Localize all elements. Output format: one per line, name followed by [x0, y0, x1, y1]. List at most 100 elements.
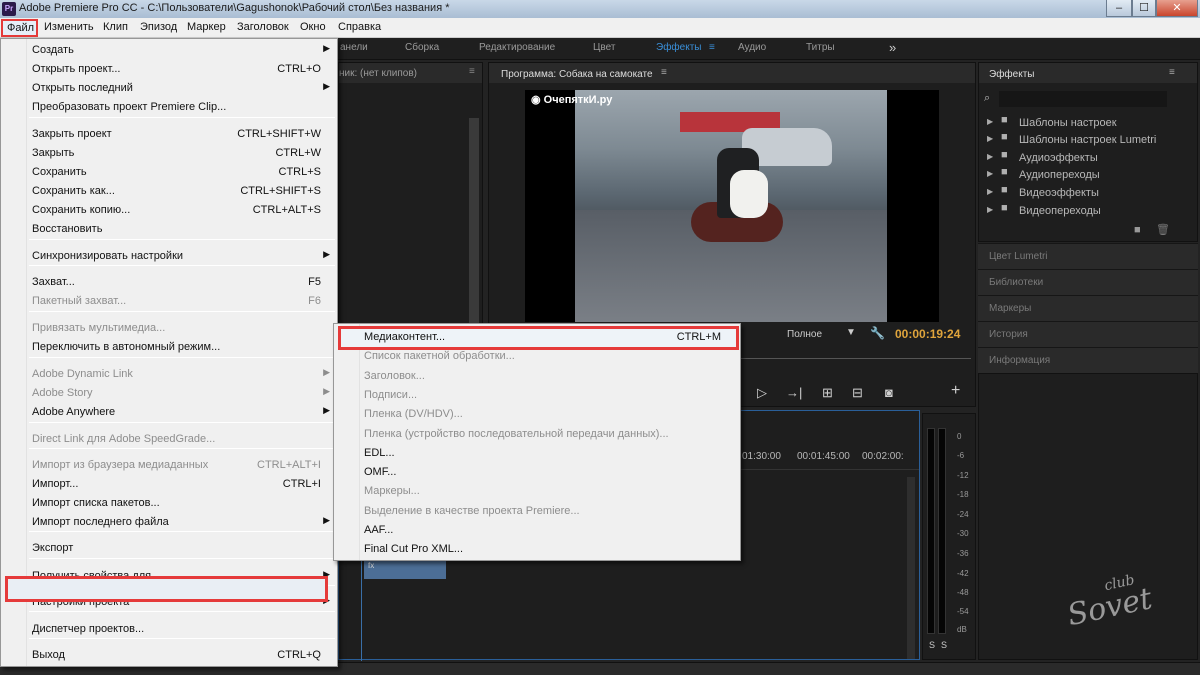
file-menu-item[interactable]: Закрыть проект CTRL+SHIFT+W [2, 125, 336, 144]
workspace-tab-panels[interactable]: анели [340, 42, 368, 53]
panel-tab-history[interactable]: История [978, 321, 1198, 347]
effects-item-video-transitions[interactable]: ▶ ■ Видеопереходы [987, 202, 1197, 220]
panel-tab-info[interactable]: Информация [978, 347, 1198, 373]
file-menu-item[interactable]: Импорт последнего файла ▶ [2, 513, 336, 532]
timeline-scrollbar[interactable] [907, 477, 915, 659]
expand-arrow-icon[interactable]: ▶ [987, 205, 993, 214]
workspace-tab-color[interactable]: Цвет [593, 42, 615, 53]
chevron-down-icon[interactable]: ▼ [846, 327, 856, 338]
wrench-icon[interactable]: 🔧 [870, 326, 885, 340]
menu-title[interactable]: Заголовок [237, 21, 289, 33]
expand-arrow-icon[interactable]: ▶ [987, 134, 993, 143]
expand-arrow-icon[interactable]: ▶ [987, 169, 993, 178]
trash-icon[interactable]: 🗑 [1156, 223, 1170, 236]
panel-tab-libraries[interactable]: Библиотеки [978, 269, 1198, 295]
effects-menu-icon[interactable]: ≡ [1169, 67, 1175, 78]
menu-item-label: Импорт последнего файла [32, 516, 169, 528]
file-menu-item[interactable]: Импорт... CTRL+I [2, 475, 336, 494]
new-bin-icon[interactable]: ■ [1134, 224, 1141, 236]
effects-item-audio-transitions[interactable]: ▶ ■ Аудиопереходы [987, 166, 1197, 184]
menu-item-label: Adobe Story [32, 387, 93, 399]
effects-item-presets[interactable]: ▶ ■ Шаблоны настроек [987, 114, 1197, 132]
camera-icon[interactable]: ◙ [885, 385, 893, 400]
maximize-button[interactable]: ☐ [1132, 0, 1156, 17]
workspace-tab-assembly[interactable]: Сборка [405, 42, 439, 53]
menu-item-shortcut: CTRL+SHIFT+W [237, 128, 321, 140]
file-menu-item: Adobe Story ▶ [2, 384, 336, 403]
file-menu-item: Direct Link для Adobe SpeedGrade... [2, 430, 336, 449]
menu-clip[interactable]: Клип [103, 21, 128, 33]
solo-right-button[interactable]: S [941, 640, 947, 650]
file-menu-item[interactable]: Синхронизировать настройки ▶ [2, 247, 336, 266]
db-0: 0 [957, 432, 962, 441]
file-menu-item[interactable]: Сохранить CTRL+S [2, 163, 336, 182]
extract-icon[interactable]: ⊟ [852, 385, 863, 401]
file-menu-item[interactable]: Переключить в автономный режим... [2, 338, 336, 357]
lift-icon[interactable]: ⊞ [822, 385, 833, 401]
export-submenu-item[interactable]: Медиаконтент... CTRL+M [335, 328, 739, 347]
file-menu-item[interactable]: Закрыть CTRL+W [2, 144, 336, 163]
file-menu-item[interactable]: Импорт списка пакетов... [2, 494, 336, 513]
file-menu-item[interactable]: Сохранить копию... CTRL+ALT+S [2, 201, 336, 220]
close-window-button[interactable]: ✕ [1156, 0, 1198, 17]
menu-separator [29, 357, 335, 358]
effects-item-video-effects[interactable]: ▶ ■ Видеоэффекты [987, 184, 1197, 202]
file-menu-item[interactable]: Захват... F5 [2, 273, 336, 292]
submenu-arrow-icon: ▶ [323, 367, 330, 377]
workspace-tab-effects[interactable]: Эффекты [656, 42, 701, 53]
effects-item-audio-effects[interactable]: ▶ ■ Аудиоэффекты [987, 149, 1197, 167]
file-menu-item[interactable]: Диспетчер проектов... [2, 620, 336, 639]
effects-search-input[interactable] [999, 91, 1167, 107]
program-timecode[interactable]: 00:00:19:24 [895, 327, 960, 341]
menu-help[interactable]: Справка [338, 21, 381, 33]
play-icon[interactable]: ▷ [757, 385, 767, 401]
expand-arrow-icon[interactable]: ▶ [987, 152, 993, 161]
workspace-tab-audio[interactable]: Аудио [738, 42, 766, 53]
file-menu-item[interactable]: Создать ▶ [2, 41, 336, 60]
file-menu-item[interactable]: Открыть последний ▶ [2, 79, 336, 98]
workspace-menu-icon[interactable]: ≡ [709, 42, 715, 53]
panel-menu-icon[interactable]: ≡ [469, 66, 475, 77]
file-menu-item[interactable]: Экспорт [2, 539, 336, 558]
db-18: -18 [957, 490, 969, 499]
file-menu-item[interactable]: Восстановить [2, 220, 336, 239]
step-forward-icon[interactable]: →| [786, 385, 802, 400]
menu-item-shortcut: CTRL+S [278, 166, 322, 178]
export-submenu-item: Список пакетной обработки... [335, 347, 739, 366]
file-menu-item[interactable]: Открыть проект... CTRL+O [2, 60, 336, 79]
menu-item-label: Привязать мультимедиа... [32, 322, 166, 334]
file-menu-item[interactable]: Преобразовать проект Premiere Clip... [2, 98, 336, 117]
workspace-tab-editing[interactable]: Редактирование [479, 42, 555, 53]
program-ruler[interactable] [735, 355, 971, 359]
menu-file[interactable]: Файл [1, 19, 38, 37]
effects-panel: Эффекты ≡ ⌕ ▶ ■ Шаблоны настроек ▶ ■ Шаб… [978, 62, 1198, 242]
file-menu-item[interactable]: Выход CTRL+Q [2, 646, 336, 665]
panel-tab-label: Информация [989, 355, 1051, 366]
timeline-clip[interactable]: fx [364, 559, 446, 579]
menu-item-label: Восстановить [32, 223, 103, 235]
minimize-button[interactable]: – [1106, 0, 1132, 17]
file-menu-item[interactable]: Сохранить как... CTRL+SHIFT+S [2, 182, 336, 201]
expand-arrow-icon[interactable]: ▶ [987, 117, 993, 126]
file-menu-item[interactable]: Adobe Anywhere ▶ [2, 403, 336, 422]
export-submenu-item[interactable]: EDL... [335, 444, 739, 463]
export-submenu-item[interactable]: Final Cut Pro XML... [335, 540, 739, 559]
workspace-overflow-icon[interactable]: » [889, 40, 896, 55]
menu-marker[interactable]: Маркер [187, 21, 226, 33]
panel-tab-lumetri-color[interactable]: Цвет Lumetri [978, 243, 1198, 269]
export-submenu-item[interactable]: AAF... [335, 521, 739, 540]
expand-arrow-icon[interactable]: ▶ [987, 187, 993, 196]
export-submenu-item[interactable]: OMF... [335, 463, 739, 482]
menu-window[interactable]: Окно [300, 21, 326, 33]
program-menu-icon[interactable]: ≡ [661, 67, 667, 78]
solo-left-button[interactable]: S [929, 640, 935, 650]
workspace-tab-titles[interactable]: Титры [806, 42, 835, 53]
panel-tab-markers[interactable]: Маркеры [978, 295, 1198, 321]
menu-bar: Файл Изменить Клип Эпизод Маркер Заголов… [0, 18, 1200, 38]
menu-sequence[interactable]: Эпизод [140, 21, 177, 33]
add-button-icon[interactable]: + [951, 382, 960, 400]
effects-item-lumetri-presets[interactable]: ▶ ■ Шаблоны настроек Lumetri [987, 131, 1197, 149]
menu-edit[interactable]: Изменить [44, 21, 94, 33]
fit-dropdown[interactable]: Полное [787, 329, 822, 340]
folder-icon: ■ [1001, 149, 1008, 161]
